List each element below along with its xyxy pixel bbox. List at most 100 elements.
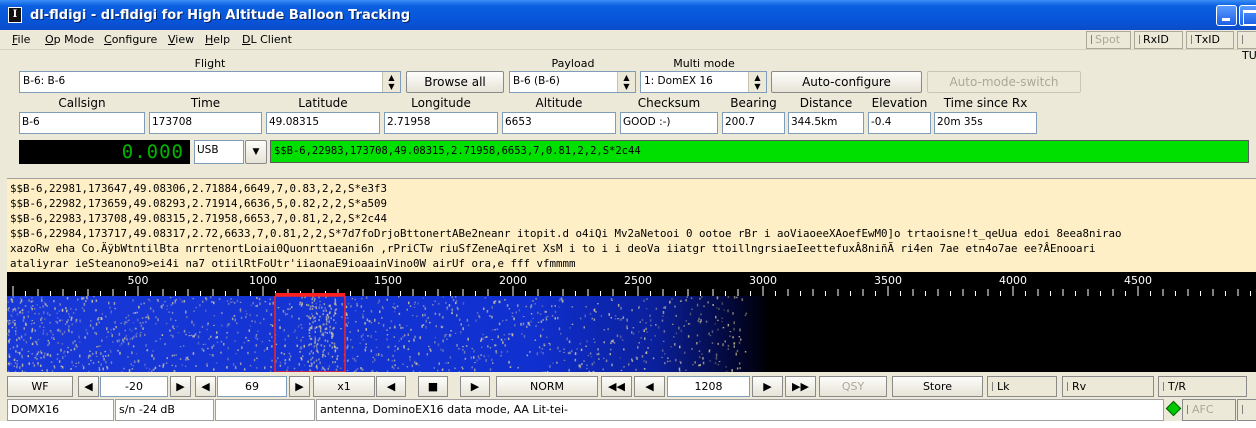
afc-toggle[interactable]: AFC bbox=[1182, 399, 1236, 421]
rx-text-panel[interactable]: $$B-6,22981,173647,49.08306,2.71884,6649… bbox=[7, 178, 1256, 272]
range-increment-button[interactable]: ▶ bbox=[289, 376, 310, 397]
frequency-display[interactable]: 0.000 bbox=[19, 140, 190, 164]
store-button[interactable]: Store bbox=[892, 376, 983, 397]
distance-field[interactable]: 344.5km bbox=[788, 112, 864, 134]
zoom-button[interactable]: x1 bbox=[313, 376, 375, 397]
waterfall-pixel bbox=[361, 368, 364, 371]
menu-file[interactable]: File bbox=[12, 33, 30, 46]
waterfall-pixel bbox=[372, 361, 374, 363]
payload-select[interactable]: B-6 (B-6) ▲ ▼ bbox=[509, 71, 636, 93]
waterfall-scale[interactable]: 500 1000 1500 2000 2500 3000 3500 4000 4… bbox=[7, 272, 1256, 296]
tune-toggle[interactable]: TU bbox=[1237, 31, 1256, 62]
multimode-select[interactable]: 1: DomEX 16 ▲ ▼ bbox=[640, 71, 767, 93]
waterfall-signal-pixel bbox=[329, 344, 331, 347]
bearing-field[interactable]: 200.7 bbox=[722, 112, 785, 134]
reverse-toggle[interactable]: Rv bbox=[1062, 376, 1154, 397]
waterfall-pixel bbox=[698, 350, 701, 352]
shift-right-button[interactable]: ▶ bbox=[460, 376, 490, 397]
menu-op-mode[interactable]: Op Mode bbox=[45, 33, 94, 46]
waterfall-pixel bbox=[289, 355, 292, 358]
ref-level-field[interactable]: -20 bbox=[100, 376, 168, 397]
waterfall-pixel bbox=[605, 359, 608, 363]
range-decrement-button[interactable]: ◀ bbox=[195, 376, 216, 397]
waterfall-pixel bbox=[263, 318, 265, 321]
waterfall-pixel bbox=[27, 355, 29, 358]
waterfall-display[interactable] bbox=[7, 296, 1256, 372]
waterfall-pixel bbox=[674, 305, 676, 308]
carrier-fast-up-button[interactable]: ▶▶ bbox=[785, 376, 816, 397]
browse-all-button[interactable]: Browse all bbox=[406, 71, 504, 93]
ref-level-decrement-button[interactable]: ◀ bbox=[78, 376, 99, 397]
waterfall-signal-pixel bbox=[310, 364, 313, 367]
waterfall-pixel bbox=[424, 307, 426, 310]
qsy-button[interactable]: QSY bbox=[819, 376, 887, 397]
waterfall-pixel bbox=[649, 319, 652, 322]
menu-view[interactable]: View bbox=[168, 33, 194, 46]
waterfall-pixel bbox=[346, 313, 348, 316]
waterfall-pixel bbox=[438, 302, 440, 305]
waterfall-pixel bbox=[270, 324, 272, 326]
tr-toggle[interactable]: T/R bbox=[1158, 376, 1247, 397]
menu-dl-client[interactable]: DL Client bbox=[242, 33, 292, 46]
app-icon[interactable]: I bbox=[8, 7, 22, 23]
mode-field[interactable]: USB bbox=[194, 140, 244, 164]
carrier-down-button[interactable]: ◀ bbox=[634, 376, 665, 397]
waterfall-pixel bbox=[717, 342, 719, 345]
waterfall-pixel bbox=[451, 296, 453, 299]
elevation-field[interactable]: -0.4 bbox=[868, 112, 931, 134]
waterfall-pixel bbox=[429, 321, 431, 324]
waterfall-pixel bbox=[721, 321, 723, 323]
rx-line: $$B-6,22984,173717,49.08317,2.72,6633,7,… bbox=[10, 227, 1122, 240]
waterfall-pixel bbox=[442, 296, 445, 298]
waterfall-pixel bbox=[733, 342, 736, 345]
menu-configure[interactable]: Configure bbox=[104, 33, 157, 46]
range-field[interactable]: 69 bbox=[217, 376, 287, 397]
waterfall-pixel bbox=[600, 315, 603, 317]
waterfall-pixel bbox=[87, 298, 89, 300]
wf-mode-button[interactable]: WF bbox=[7, 376, 73, 397]
waterfall-pixel bbox=[390, 320, 393, 323]
waterfall-pixel bbox=[379, 310, 381, 313]
waterfall-pixel bbox=[347, 317, 349, 319]
waterfall-speed-button[interactable]: NORM bbox=[496, 376, 598, 397]
carrier-up-button[interactable]: ▶ bbox=[752, 376, 783, 397]
carrier-frequency-field[interactable]: 1208 bbox=[667, 376, 750, 397]
waterfall-pixel bbox=[353, 358, 356, 361]
auto-configure-button[interactable]: Auto-configure bbox=[771, 71, 922, 93]
auto-mode-switch-button[interactable]: Auto-mode-switch bbox=[927, 71, 1081, 93]
latitude-field[interactable]: 49.08315 bbox=[266, 112, 380, 134]
waterfall-pixel bbox=[356, 355, 359, 357]
waterfall-pixel bbox=[17, 307, 20, 310]
waterfall-pixel bbox=[429, 348, 431, 351]
time-since-rx-field[interactable]: 20m 35s bbox=[934, 112, 1037, 134]
waterfall-pixel bbox=[494, 344, 496, 347]
waterfall-pixel bbox=[158, 365, 161, 367]
carrier-fast-down-button[interactable]: ◀◀ bbox=[601, 376, 632, 397]
rxid-toggle[interactable]: RxID bbox=[1134, 31, 1183, 49]
waterfall-pixel bbox=[16, 363, 18, 365]
spot-toggle[interactable]: Spot bbox=[1086, 31, 1131, 49]
flight-select[interactable]: B-6: B-6 ▲ ▼ bbox=[19, 71, 401, 93]
callsign-field[interactable]: B-6 bbox=[19, 112, 145, 134]
waterfall-pixel bbox=[354, 298, 356, 301]
longitude-field[interactable]: 2.71958 bbox=[384, 112, 498, 134]
waterfall-pixel bbox=[181, 364, 184, 366]
lock-toggle[interactable]: Lk bbox=[987, 376, 1057, 397]
waterfall-pixel bbox=[202, 300, 204, 303]
checksum-field[interactable]: GOOD :-) bbox=[620, 112, 718, 134]
squelch-toggle[interactable]: SQ bbox=[1237, 399, 1256, 428]
altitude-field[interactable]: 6653 bbox=[502, 112, 616, 134]
maximize-button[interactable] bbox=[1239, 5, 1256, 26]
time-field[interactable]: 173708 bbox=[149, 112, 262, 134]
minimize-button[interactable] bbox=[1216, 5, 1237, 26]
ref-level-increment-button[interactable]: ▶ bbox=[170, 376, 191, 397]
shift-left-button[interactable]: ◀ bbox=[376, 376, 406, 397]
txid-toggle[interactable]: TxID bbox=[1186, 31, 1234, 49]
waterfall-signal-pixel bbox=[318, 319, 320, 322]
waterfall-pixel bbox=[717, 328, 719, 331]
waterfall-pixel bbox=[192, 298, 194, 300]
menu-help[interactable]: Help bbox=[205, 33, 230, 46]
stop-button[interactable]: ■ bbox=[418, 376, 448, 397]
waterfall-pixel bbox=[378, 299, 381, 302]
mode-dropdown-button[interactable]: ▼ bbox=[245, 140, 267, 164]
